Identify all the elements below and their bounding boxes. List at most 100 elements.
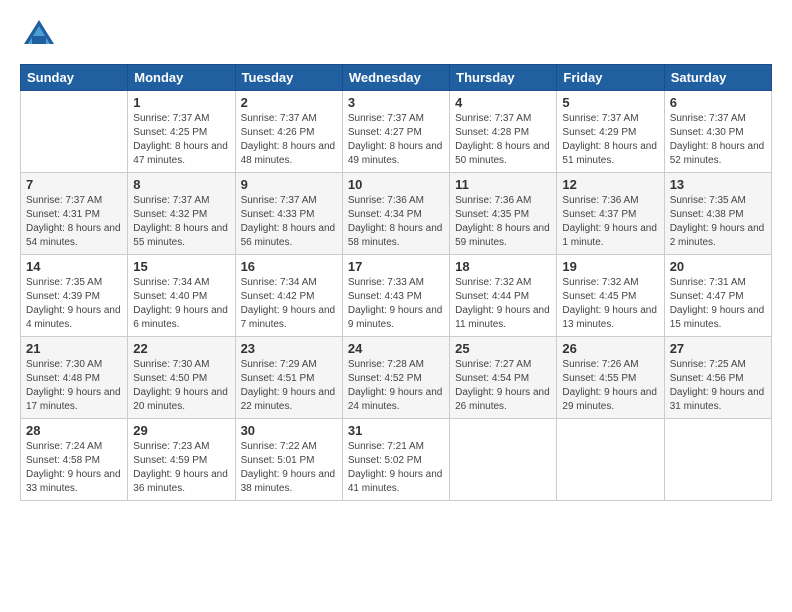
calendar-header-row: SundayMondayTuesdayWednesdayThursdayFrid…	[21, 65, 772, 91]
calendar-cell: 21 Sunrise: 7:30 AMSunset: 4:48 PMDayligh…	[21, 337, 128, 419]
day-number: 20	[670, 259, 766, 274]
day-number: 6	[670, 95, 766, 110]
calendar-cell: 27 Sunrise: 7:25 AMSunset: 4:56 PMDayligh…	[664, 337, 771, 419]
day-number: 17	[348, 259, 444, 274]
calendar-cell: 3Sunrise: 7:37 AMSunset: 4:27 PMDaylight…	[342, 91, 449, 173]
day-number: 31	[348, 423, 444, 438]
day-number: 24	[348, 341, 444, 356]
day-info: Sunrise: 7:30 AMSunset: 4:50 PMDaylight:…	[133, 358, 229, 414]
logo	[20, 16, 62, 54]
day-info: Sunrise: 7:32 AMSunset: 4:44 PMDaylight:…	[455, 276, 551, 332]
day-number: 25	[455, 341, 551, 356]
day-info: Sunrise: 7:37 AMSunset: 4:32 PMDaylight:…	[133, 194, 229, 250]
day-number: 12	[562, 177, 658, 192]
day-info: Sunrise: 7:37 AMSunset: 4:28 PMDaylight:…	[455, 112, 551, 168]
day-number: 28	[26, 423, 122, 438]
day-info: Sunrise: 7:25 AMSunset: 4:56 PMDaylight:…	[670, 358, 766, 414]
day-header-saturday: Saturday	[664, 65, 771, 91]
day-info: Sunrise: 7:35 AMSunset: 4:39 PMDaylight:…	[26, 276, 122, 332]
day-number: 27	[670, 341, 766, 356]
calendar-cell: 30 Sunrise: 7:22 AMSunset: 5:01 PMDayligh…	[235, 419, 342, 501]
calendar-cell: 28 Sunrise: 7:24 AMSunset: 4:58 PMDayligh…	[21, 419, 128, 501]
calendar-cell: 26Sunrise: 7:26 AMSunset: 4:55 PMDayligh…	[557, 337, 664, 419]
day-info: Sunrise: 7:36 AMSunset: 4:34 PMDaylight:…	[348, 194, 444, 250]
calendar-cell: 12Sunrise: 7:36 AMSunset: 4:37 PMDayligh…	[557, 173, 664, 255]
calendar-cell: 9 Sunrise: 7:37 AMSunset: 4:33 PMDaylight…	[235, 173, 342, 255]
day-number: 13	[670, 177, 766, 192]
calendar-week-row: 1 Sunrise: 7:37 AMSunset: 4:25 PMDaylight…	[21, 91, 772, 173]
calendar-cell: 18 Sunrise: 7:32 AMSunset: 4:44 PMDayligh…	[450, 255, 557, 337]
calendar-cell: 11 Sunrise: 7:36 AMSunset: 4:35 PMDayligh…	[450, 173, 557, 255]
day-header-thursday: Thursday	[450, 65, 557, 91]
day-info: Sunrise: 7:30 AMSunset: 4:48 PMDaylight:…	[26, 358, 122, 414]
day-info: Sunrise: 7:33 AMSunset: 4:43 PMDaylight:…	[348, 276, 444, 332]
day-number: 22	[133, 341, 229, 356]
day-number: 18	[455, 259, 551, 274]
calendar-cell: 10 Sunrise: 7:36 AMSunset: 4:34 PMDayligh…	[342, 173, 449, 255]
day-number: 8	[133, 177, 229, 192]
calendar-week-row: 14 Sunrise: 7:35 AMSunset: 4:39 PMDayligh…	[21, 255, 772, 337]
calendar-cell	[21, 91, 128, 173]
calendar-cell: 7 Sunrise: 7:37 AMSunset: 4:31 PMDaylight…	[21, 173, 128, 255]
calendar-cell: 1 Sunrise: 7:37 AMSunset: 4:25 PMDaylight…	[128, 91, 235, 173]
day-number: 10	[348, 177, 444, 192]
calendar-cell	[664, 419, 771, 501]
day-info: Sunrise: 7:32 AMSunset: 4:45 PMDaylight:…	[562, 276, 658, 332]
day-number: 29	[133, 423, 229, 438]
calendar-cell: 6 Sunrise: 7:37 AMSunset: 4:30 PMDaylight…	[664, 91, 771, 173]
day-info: Sunrise: 7:37 AMSunset: 4:29 PMDaylight:…	[562, 112, 658, 168]
calendar-cell	[450, 419, 557, 501]
calendar-cell: 19Sunrise: 7:32 AMSunset: 4:45 PMDayligh…	[557, 255, 664, 337]
calendar-cell: 2Sunrise: 7:37 AMSunset: 4:26 PMDaylight…	[235, 91, 342, 173]
day-header-wednesday: Wednesday	[342, 65, 449, 91]
day-info: Sunrise: 7:23 AMSunset: 4:59 PMDaylight:…	[133, 440, 229, 496]
day-number: 21	[26, 341, 122, 356]
day-header-tuesday: Tuesday	[235, 65, 342, 91]
day-number: 16	[241, 259, 337, 274]
day-info: Sunrise: 7:22 AMSunset: 5:01 PMDaylight:…	[241, 440, 337, 496]
logo-icon	[20, 16, 58, 54]
day-number: 9	[241, 177, 337, 192]
day-number: 30	[241, 423, 337, 438]
calendar-cell: 20 Sunrise: 7:31 AMSunset: 4:47 PMDayligh…	[664, 255, 771, 337]
day-info: Sunrise: 7:37 AMSunset: 4:33 PMDaylight:…	[241, 194, 337, 250]
day-info: Sunrise: 7:37 AMSunset: 4:31 PMDaylight:…	[26, 194, 122, 250]
day-info: Sunrise: 7:27 AMSunset: 4:54 PMDaylight:…	[455, 358, 551, 414]
calendar-cell: 5 Sunrise: 7:37 AMSunset: 4:29 PMDaylight…	[557, 91, 664, 173]
day-number: 5	[562, 95, 658, 110]
day-info: Sunrise: 7:28 AMSunset: 4:52 PMDaylight:…	[348, 358, 444, 414]
day-number: 26	[562, 341, 658, 356]
calendar-page: SundayMondayTuesdayWednesdayThursdayFrid…	[0, 0, 792, 612]
calendar-cell: 29 Sunrise: 7:23 AMSunset: 4:59 PMDayligh…	[128, 419, 235, 501]
day-info: Sunrise: 7:35 AMSunset: 4:38 PMDaylight:…	[670, 194, 766, 250]
day-header-friday: Friday	[557, 65, 664, 91]
day-info: Sunrise: 7:31 AMSunset: 4:47 PMDaylight:…	[670, 276, 766, 332]
day-info: Sunrise: 7:37 AMSunset: 4:25 PMDaylight:…	[133, 112, 229, 168]
day-number: 15	[133, 259, 229, 274]
calendar-cell	[557, 419, 664, 501]
day-number: 7	[26, 177, 122, 192]
day-info: Sunrise: 7:24 AMSunset: 4:58 PMDaylight:…	[26, 440, 122, 496]
calendar-cell: 17 Sunrise: 7:33 AMSunset: 4:43 PMDayligh…	[342, 255, 449, 337]
day-number: 1	[133, 95, 229, 110]
day-number: 14	[26, 259, 122, 274]
calendar-cell: 23 Sunrise: 7:29 AMSunset: 4:51 PMDayligh…	[235, 337, 342, 419]
header	[20, 16, 772, 54]
calendar-cell: 8 Sunrise: 7:37 AMSunset: 4:32 PMDaylight…	[128, 173, 235, 255]
calendar-cell: 31Sunrise: 7:21 AMSunset: 5:02 PMDayligh…	[342, 419, 449, 501]
day-number: 4	[455, 95, 551, 110]
calendar-cell: 15 Sunrise: 7:34 AMSunset: 4:40 PMDayligh…	[128, 255, 235, 337]
day-number: 3	[348, 95, 444, 110]
calendar-week-row: 7 Sunrise: 7:37 AMSunset: 4:31 PMDaylight…	[21, 173, 772, 255]
day-info: Sunrise: 7:34 AMSunset: 4:42 PMDaylight:…	[241, 276, 337, 332]
day-number: 11	[455, 177, 551, 192]
day-info: Sunrise: 7:29 AMSunset: 4:51 PMDaylight:…	[241, 358, 337, 414]
calendar-cell: 25 Sunrise: 7:27 AMSunset: 4:54 PMDayligh…	[450, 337, 557, 419]
calendar-cell: 24 Sunrise: 7:28 AMSunset: 4:52 PMDayligh…	[342, 337, 449, 419]
day-info: Sunrise: 7:37 AMSunset: 4:30 PMDaylight:…	[670, 112, 766, 168]
calendar-cell: 22 Sunrise: 7:30 AMSunset: 4:50 PMDayligh…	[128, 337, 235, 419]
day-info: Sunrise: 7:34 AMSunset: 4:40 PMDaylight:…	[133, 276, 229, 332]
day-info: Sunrise: 7:36 AMSunset: 4:35 PMDaylight:…	[455, 194, 551, 250]
calendar-cell: 13 Sunrise: 7:35 AMSunset: 4:38 PMDayligh…	[664, 173, 771, 255]
day-number: 23	[241, 341, 337, 356]
